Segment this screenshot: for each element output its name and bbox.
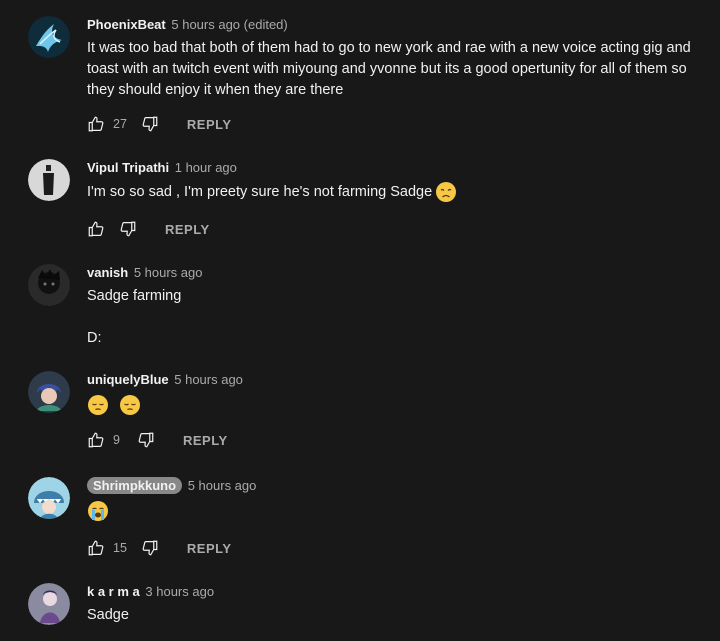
like-icon[interactable] (87, 115, 105, 133)
dislike-icon[interactable] (141, 115, 159, 133)
comment-text-content: I'm so so sad , I'm preety sure he's not… (87, 183, 433, 200)
comment-timestamp[interactable]: 5 hours ago (134, 265, 203, 280)
phoenix-avatar[interactable] (28, 16, 70, 58)
disappointed-face-icon (435, 181, 457, 203)
comment-timestamp[interactable]: 5 hours ago (188, 478, 257, 493)
dislike-icon[interactable] (119, 220, 137, 238)
comment-timestamp[interactable]: 5 hours ago (edited) (171, 17, 287, 32)
comment-author[interactable]: uniquelyBlue (87, 372, 169, 387)
comment-text (87, 394, 706, 416)
pensive-face-icon (119, 394, 141, 416)
dislike-icon[interactable] (141, 539, 159, 557)
anime-character-avatar[interactable] (28, 371, 70, 413)
reply-button[interactable]: REPLY (187, 541, 232, 556)
like-icon[interactable] (87, 431, 105, 449)
comment-author[interactable]: k a r m a (87, 584, 140, 599)
shark-hood-avatar[interactable] (28, 477, 70, 519)
like-icon[interactable] (87, 539, 105, 557)
comment-text: Sadge (87, 607, 129, 623)
comment-timestamp[interactable]: 3 hours ago (145, 584, 214, 599)
like-count: 27 (113, 117, 127, 131)
reply-button[interactable]: REPLY (183, 433, 228, 448)
comment-text (87, 500, 706, 522)
pensive-face-icon (87, 394, 109, 416)
purple-character-avatar[interactable] (28, 583, 70, 625)
comment-timestamp[interactable]: 5 hours ago (174, 372, 243, 387)
comment-text-line: Sadge farming (87, 288, 182, 304)
silhouette-avatar[interactable] (28, 159, 70, 201)
like-count: 15 (113, 541, 127, 555)
like-icon[interactable] (87, 220, 105, 238)
comment-text-line: D: (87, 330, 102, 346)
dark-character-avatar[interactable] (28, 264, 70, 306)
comment-text: Sadge farming D: (87, 286, 706, 349)
like-count: 9 (113, 433, 120, 447)
comment-timestamp[interactable]: 1 hour ago (175, 160, 237, 175)
reply-button[interactable]: REPLY (165, 222, 210, 237)
dislike-icon[interactable] (137, 431, 155, 449)
loudly-crying-face-icon (87, 500, 109, 522)
reply-button[interactable]: REPLY (187, 117, 232, 132)
comment-text: It was too bad that both of them had to … (87, 40, 691, 98)
comment-author[interactable]: Shrimpkkuno (87, 477, 183, 494)
comment-author[interactable]: Vipul Tripathi (87, 160, 169, 175)
comment-text: I'm so so sad , I'm preety sure he's not… (87, 181, 706, 203)
comment-author[interactable]: PhoenixBeat (87, 17, 166, 32)
comment-author[interactable]: vanish (87, 265, 128, 280)
